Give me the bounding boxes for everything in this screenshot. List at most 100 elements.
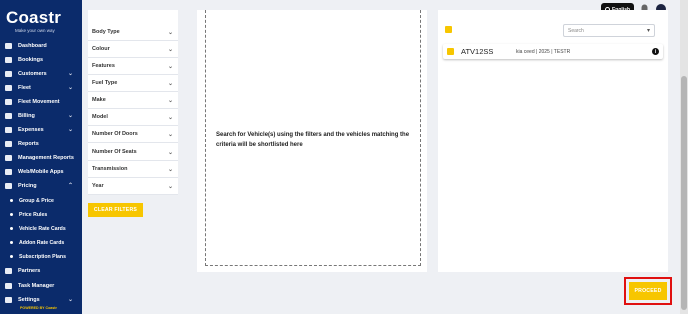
chevron-down-icon: ⌄ [167, 46, 173, 53]
sidebar-item-label: Settings [18, 297, 40, 303]
filter-label: Fuel Type [92, 80, 118, 86]
sidebar-item-label: Reports [18, 141, 39, 147]
search-input[interactable]: Search ▾ [563, 24, 655, 37]
chevron-down-icon: ⌄ [67, 85, 73, 91]
filter-model[interactable]: Model ⌄ [88, 109, 178, 126]
sidebar-subitem-addon-rate-cards[interactable]: Addon Rate Cards [0, 236, 82, 249]
chevron-down-icon: ⌄ [167, 97, 173, 104]
sidebar-item-label: Billing [18, 113, 35, 119]
sidebar-item-label: Dashboard [18, 43, 47, 49]
sidebar-item-fleet-movement[interactable]: Fleet Movement [0, 95, 82, 109]
filter-colour[interactable]: Colour ⌄ [88, 41, 178, 58]
select-all-checkbox[interactable] [445, 26, 452, 33]
filter-transmission[interactable]: Transmission ⌄ [88, 161, 178, 178]
scrollbar-thumb[interactable] [681, 76, 687, 310]
vehicle-description: kia ceed | 2025 | TESTR [516, 49, 571, 55]
sidebar-item-pricing[interactable]: Pricing ⌃ [0, 179, 82, 193]
sidebar-subitem-vehicle-rate-cards[interactable]: Vehicle Rate Cards [0, 222, 82, 235]
sidebar-subitem-subscription-plans[interactable]: Subscription Plans [0, 250, 82, 263]
reports-icon [5, 141, 12, 147]
sidebar-subitem-label: Vehicle Rate Cards [19, 225, 66, 232]
bullet-icon [10, 213, 13, 216]
chevron-down-icon: ⌄ [67, 113, 73, 119]
filter-panel: Body Type ⌄ Colour ⌄ Features ⌄ Fuel Type ⌄ … [88, 10, 178, 195]
vehicle-checkbox[interactable] [447, 48, 454, 55]
sidebar-subitem-label: Group & Price [19, 197, 54, 204]
sidebar-item-settings[interactable]: Settings ⌄ [0, 293, 82, 307]
sidebar-item-management-reports[interactable]: Management Reports [0, 151, 82, 165]
price-tag-icon [5, 183, 12, 189]
sidebar-item-web-mobile-apps[interactable]: Web/Mobile Apps [0, 165, 82, 179]
fleet-icon [5, 85, 12, 91]
sidebar-item-reports[interactable]: Reports [0, 137, 82, 151]
brand-name: Coastr [6, 8, 62, 27]
brand-tagline: Make your own way [15, 28, 55, 33]
sidebar-item-fleet[interactable]: Fleet ⌄ [0, 81, 82, 95]
filter-fuel-type[interactable]: Fuel Type ⌄ [88, 75, 178, 92]
filter-label: Year [92, 183, 104, 189]
filter-number-of-doors[interactable]: Number Of Doors ⌄ [88, 126, 178, 143]
fleet-movement-icon [5, 99, 12, 105]
clear-filters-button[interactable]: CLEAR FILTERS [88, 203, 143, 217]
info-icon[interactable]: i [652, 48, 659, 55]
sidebar-item-label: Task Manager [18, 283, 55, 289]
sidebar-item-bookings[interactable]: Bookings [0, 53, 82, 67]
customers-icon [5, 71, 12, 77]
bullet-icon [10, 241, 13, 244]
sidebar-item-dashboard[interactable]: Dashboard [0, 39, 82, 53]
sidebar-item-expenses[interactable]: Expenses ⌄ [0, 123, 82, 137]
dropdown-arrow-icon: ▾ [646, 28, 650, 34]
filter-year[interactable]: Year ⌄ [88, 178, 178, 195]
filter-label: Colour [92, 46, 110, 52]
bookings-icon [5, 57, 12, 63]
chevron-down-icon: ⌄ [167, 166, 173, 173]
bullet-icon [10, 199, 13, 202]
sidebar-item-customers[interactable]: Customers ⌄ [0, 67, 82, 81]
chevron-up-icon: ⌃ [67, 183, 73, 189]
filter-make[interactable]: Make ⌄ [88, 92, 178, 109]
sidebar-item-billing[interactable]: Billing ⌄ [0, 109, 82, 123]
filter-number-of-seats[interactable]: Number Of Seats ⌄ [88, 144, 178, 161]
sidebar-item-label: Pricing [18, 183, 37, 189]
sidebar-item-label: Web/Mobile Apps [18, 169, 64, 175]
chevron-down-icon: ⌄ [167, 183, 173, 190]
filter-label: Model [92, 114, 108, 120]
sidebar-subitem-price-rules[interactable]: Price Rules [0, 208, 82, 221]
filter-label: Features [92, 63, 115, 69]
empty-state-message: Search for Vehicle(s) using the filters … [216, 132, 410, 148]
filter-label: Number Of Seats [92, 149, 137, 155]
sidebar: Coastr Make your own way Dashboard Booki… [0, 0, 82, 314]
powered-by: POWERED BY Coastr [20, 306, 57, 310]
coastr-logo[interactable]: Coastr Make your own way [6, 9, 78, 37]
sidebar-item-partners[interactable]: Partners [0, 264, 82, 278]
sidebar-item-label: Expenses [18, 127, 44, 133]
filter-label: Make [92, 97, 106, 103]
chevron-down-icon: ⌄ [67, 127, 73, 133]
billing-icon [5, 113, 12, 119]
chevron-down-icon: ⌄ [167, 80, 173, 87]
filter-label: Transmission [92, 166, 128, 172]
filter-label: Number Of Doors [92, 131, 138, 137]
chevron-down-icon: ⌄ [167, 114, 173, 121]
filter-features[interactable]: Features ⌄ [88, 58, 178, 75]
sidebar-subitem-label: Subscription Plans [19, 253, 66, 260]
chevron-down-icon: ⌄ [67, 71, 73, 77]
sidebar-subitem-label: Price Rules [19, 211, 48, 218]
sidebar-item-label: Fleet [18, 85, 31, 91]
sidebar-subitem-group-price[interactable]: Group & Price [0, 194, 82, 207]
partners-icon [5, 268, 12, 274]
sidebar-item-task-manager[interactable]: Task Manager [0, 279, 82, 293]
bullet-icon [10, 227, 13, 230]
proceed-button[interactable]: PROCEED [629, 282, 667, 300]
chevron-down-icon: ⌄ [167, 131, 173, 138]
vehicle-name: ATV12SS [461, 47, 494, 56]
sidebar-subitem-label: Addon Rate Cards [19, 239, 65, 246]
filter-body-type[interactable]: Body Type ⌄ [88, 24, 178, 41]
vehicle-card[interactable]: ATV12SS kia ceed | 2025 | TESTR i [443, 44, 663, 59]
sidebar-item-label: Partners [18, 268, 41, 274]
sidebar-item-label: Bookings [18, 57, 44, 63]
filter-label: Body Type [92, 29, 120, 35]
sidebar-item-label: Management Reports [18, 155, 74, 161]
task-icon [5, 283, 12, 289]
bullet-icon [10, 255, 13, 258]
